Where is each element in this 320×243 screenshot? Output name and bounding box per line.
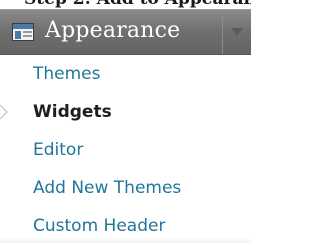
menu-header[interactable]: Appearance: [0, 9, 251, 55]
cropped-heading: Step 2: Add to Appearance: [0, 0, 251, 9]
current-indicator-icon: [0, 105, 8, 119]
menu-toggle[interactable]: [222, 10, 251, 54]
submenu-item-themes[interactable]: Themes: [0, 55, 251, 93]
chevron-down-icon: [231, 28, 243, 36]
submenu-item-widgets[interactable]: Widgets: [0, 93, 251, 131]
appearance-icon: [12, 23, 34, 41]
submenu: Themes Widgets Editor Add New Themes Cus…: [0, 55, 251, 243]
cropped-heading-text: Step 2: Add to Appearance: [24, 0, 251, 9]
menu-title[interactable]: Appearance: [45, 18, 180, 43]
appearance-menu: Step 2: Add to Appearance Appearance The…: [0, 0, 251, 243]
bottom-edge: [0, 237, 251, 243]
submenu-item-add-new-themes[interactable]: Add New Themes: [0, 169, 251, 207]
submenu-item-label: Widgets: [33, 102, 112, 122]
submenu-item-editor[interactable]: Editor: [0, 131, 251, 169]
